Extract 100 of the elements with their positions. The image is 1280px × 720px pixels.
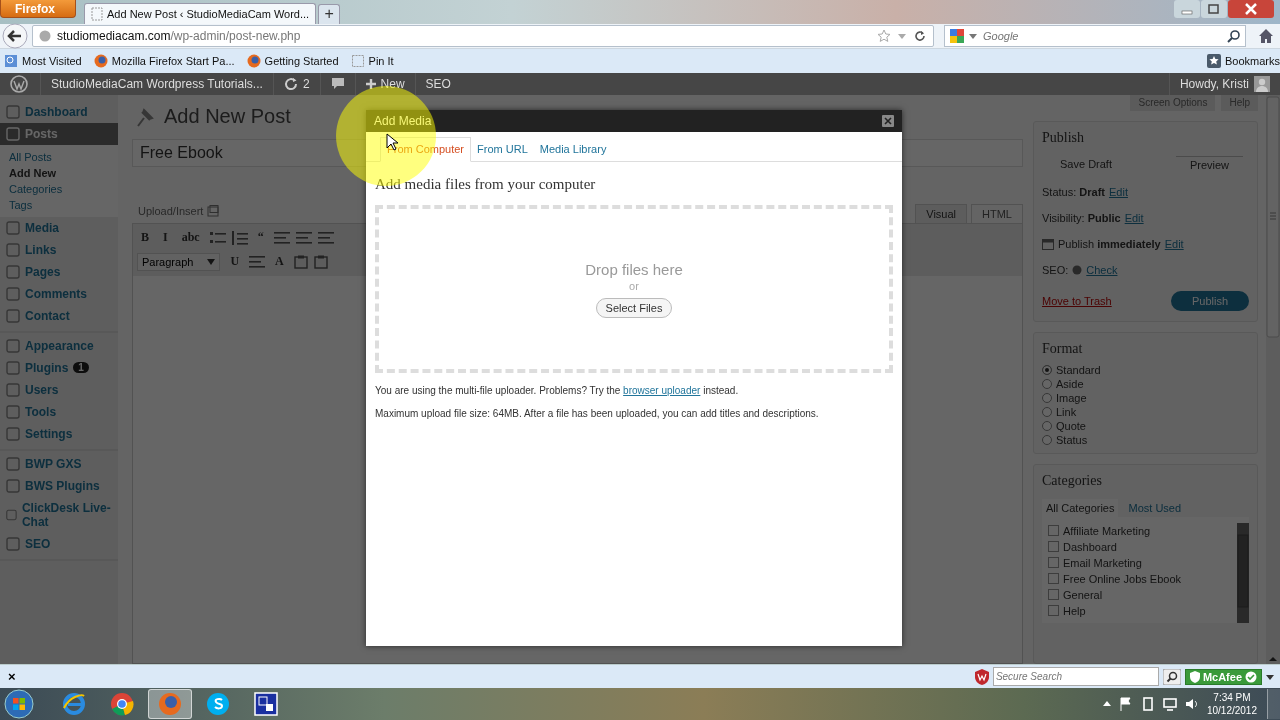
category-option[interactable]: Email Marketing bbox=[1048, 554, 1237, 571]
format-option[interactable]: Standard bbox=[1034, 362, 1257, 377]
format-button[interactable]: “ bbox=[253, 230, 268, 246]
format-option[interactable]: Quote bbox=[1034, 418, 1257, 433]
format-option[interactable]: Image bbox=[1034, 390, 1257, 405]
move-to-trash-link[interactable]: Move to Trash bbox=[1042, 294, 1112, 307]
tray-arrow-icon[interactable] bbox=[1102, 700, 1111, 709]
search-icon[interactable] bbox=[1162, 668, 1181, 685]
format-option[interactable]: Status bbox=[1034, 432, 1257, 447]
close-bar-button[interactable]: × bbox=[6, 669, 18, 685]
edit-link[interactable]: Edit bbox=[1164, 237, 1184, 250]
new-tab-button[interactable]: + bbox=[318, 3, 341, 24]
menu-item[interactable]: Comments bbox=[0, 282, 118, 305]
search-field[interactable]: Google bbox=[944, 24, 1246, 47]
close-icon[interactable] bbox=[1228, 0, 1274, 18]
home-icon[interactable] bbox=[1258, 27, 1274, 44]
seo-link[interactable]: SEO bbox=[414, 72, 461, 95]
restore-icon[interactable] bbox=[1201, 0, 1227, 18]
dialog-tab[interactable]: Media Library bbox=[533, 138, 613, 161]
menu-item[interactable]: Plugins 1 bbox=[0, 356, 118, 379]
category-tab[interactable]: All Categories bbox=[1042, 498, 1119, 517]
category-option[interactable]: Dashboard bbox=[1048, 538, 1237, 555]
bullet-list-icon[interactable] bbox=[209, 230, 226, 245]
menu-item[interactable]: Settings bbox=[0, 422, 118, 445]
format-button[interactable]: U bbox=[226, 254, 244, 270]
select-files-button[interactable]: Select Files bbox=[595, 297, 673, 318]
format-button[interactable]: A bbox=[271, 254, 288, 270]
submenu-item[interactable]: All Posts bbox=[0, 148, 118, 165]
drop-zone[interactable]: Drop files here or Select Files bbox=[375, 205, 893, 373]
checkbox[interactable] bbox=[1048, 557, 1059, 569]
edit-link[interactable]: Edit bbox=[1109, 185, 1128, 198]
radio-button[interactable] bbox=[1042, 378, 1052, 389]
menu-item[interactable]: BWS Plugins bbox=[0, 474, 118, 497]
clipboard-icon[interactable] bbox=[313, 254, 328, 269]
edit-link[interactable]: Check bbox=[1086, 263, 1118, 276]
checkbox[interactable] bbox=[1048, 573, 1059, 585]
clipboard-icon[interactable] bbox=[293, 254, 308, 269]
flag-icon[interactable] bbox=[1118, 697, 1133, 712]
upload-insert-link[interactable]: Upload/Insert bbox=[132, 204, 220, 223]
preview-button[interactable]: Preview bbox=[1175, 155, 1243, 173]
bookmark-item[interactable]: Mozilla Firefox Start Pa... bbox=[93, 53, 235, 68]
start-button-icon[interactable] bbox=[4, 689, 34, 720]
numbered-list-icon[interactable] bbox=[231, 230, 248, 245]
address-bar[interactable]: studiomediacam.com/wp-admin/post-new.php bbox=[32, 24, 934, 47]
checkbox[interactable] bbox=[1048, 541, 1059, 553]
bookmarks-menu[interactable]: Bookmarks bbox=[1206, 53, 1280, 68]
align-icon[interactable] bbox=[295, 231, 312, 244]
reload-icon[interactable] bbox=[913, 28, 927, 43]
menu-item[interactable]: BWP GXS bbox=[0, 452, 118, 475]
radio-button[interactable] bbox=[1042, 364, 1052, 375]
bookmark-item[interactable]: Pin It bbox=[350, 53, 394, 68]
bookmark-item[interactable]: Getting Started bbox=[246, 53, 339, 68]
menu-item[interactable]: ClickDesk Live-Chat bbox=[0, 496, 118, 533]
menu-item[interactable]: Links bbox=[0, 238, 118, 261]
align-icon[interactable] bbox=[273, 231, 290, 244]
submenu-item[interactable]: Add New bbox=[0, 164, 118, 181]
taskbar-button[interactable] bbox=[148, 689, 192, 720]
format-button[interactable]: B bbox=[137, 230, 153, 246]
format-option[interactable]: Aside bbox=[1034, 376, 1257, 391]
category-option[interactable]: General bbox=[1048, 586, 1237, 603]
menu-item[interactable]: SEO bbox=[0, 532, 118, 555]
align-icon[interactable] bbox=[249, 255, 266, 268]
clock-time[interactable]: 7:34 PM bbox=[1213, 691, 1251, 705]
star-icon[interactable] bbox=[877, 28, 891, 43]
dropdown-icon[interactable] bbox=[1266, 672, 1274, 681]
menu-item[interactable]: Pages bbox=[0, 260, 118, 283]
account-link[interactable]: Howdy, Kristi bbox=[1168, 72, 1280, 95]
format-button[interactable]: I bbox=[159, 230, 172, 246]
close-icon[interactable] bbox=[882, 115, 894, 127]
checkbox[interactable] bbox=[1048, 605, 1059, 617]
checkbox[interactable] bbox=[1048, 525, 1059, 537]
submenu-item[interactable]: Tags bbox=[0, 196, 118, 213]
category-option[interactable]: Free Online Jobs Ebook bbox=[1048, 570, 1237, 587]
site-name-link[interactable]: StudioMediaCam Wordpress Tutorials... bbox=[40, 72, 273, 95]
editor-mode-tab[interactable]: Visual bbox=[915, 203, 968, 223]
menu-item[interactable]: Media bbox=[0, 216, 118, 239]
editor-mode-tab[interactable]: HTML bbox=[971, 203, 1023, 223]
category-option[interactable]: Help bbox=[1048, 602, 1237, 619]
submenu-item[interactable]: Categories bbox=[0, 180, 118, 197]
security-status-button[interactable]: McAfee bbox=[1184, 668, 1262, 685]
checkbox[interactable] bbox=[1048, 589, 1059, 601]
align-icon[interactable] bbox=[317, 231, 334, 244]
secure-search-field[interactable]: Secure Search bbox=[992, 667, 1159, 687]
monitor-icon[interactable] bbox=[1162, 697, 1177, 712]
radio-button[interactable] bbox=[1042, 420, 1052, 431]
bookmark-item[interactable]: Most Visited bbox=[4, 53, 82, 68]
dialog-tab[interactable]: From URL bbox=[471, 138, 534, 161]
updates-link[interactable]: 2 bbox=[272, 72, 320, 95]
browser-tab[interactable]: Add New Post ‹ StudioMediaCam Word... bbox=[84, 2, 317, 24]
firefox-menu-button[interactable]: Firefox bbox=[0, 0, 76, 18]
format-option[interactable]: Link bbox=[1034, 404, 1257, 419]
menu-item[interactable]: Dashboard bbox=[0, 100, 118, 123]
show-desktop-button[interactable] bbox=[1267, 689, 1280, 720]
menu-item[interactable]: Appearance bbox=[0, 334, 118, 357]
browser-uploader-link[interactable]: browser uploader bbox=[623, 385, 701, 396]
device-icon[interactable] bbox=[1140, 697, 1155, 712]
radio-button[interactable] bbox=[1042, 406, 1052, 417]
back-icon[interactable] bbox=[2, 22, 28, 49]
speaker-icon[interactable] bbox=[1184, 697, 1199, 712]
save-draft-button[interactable]: Save Draft bbox=[1054, 155, 1118, 173]
